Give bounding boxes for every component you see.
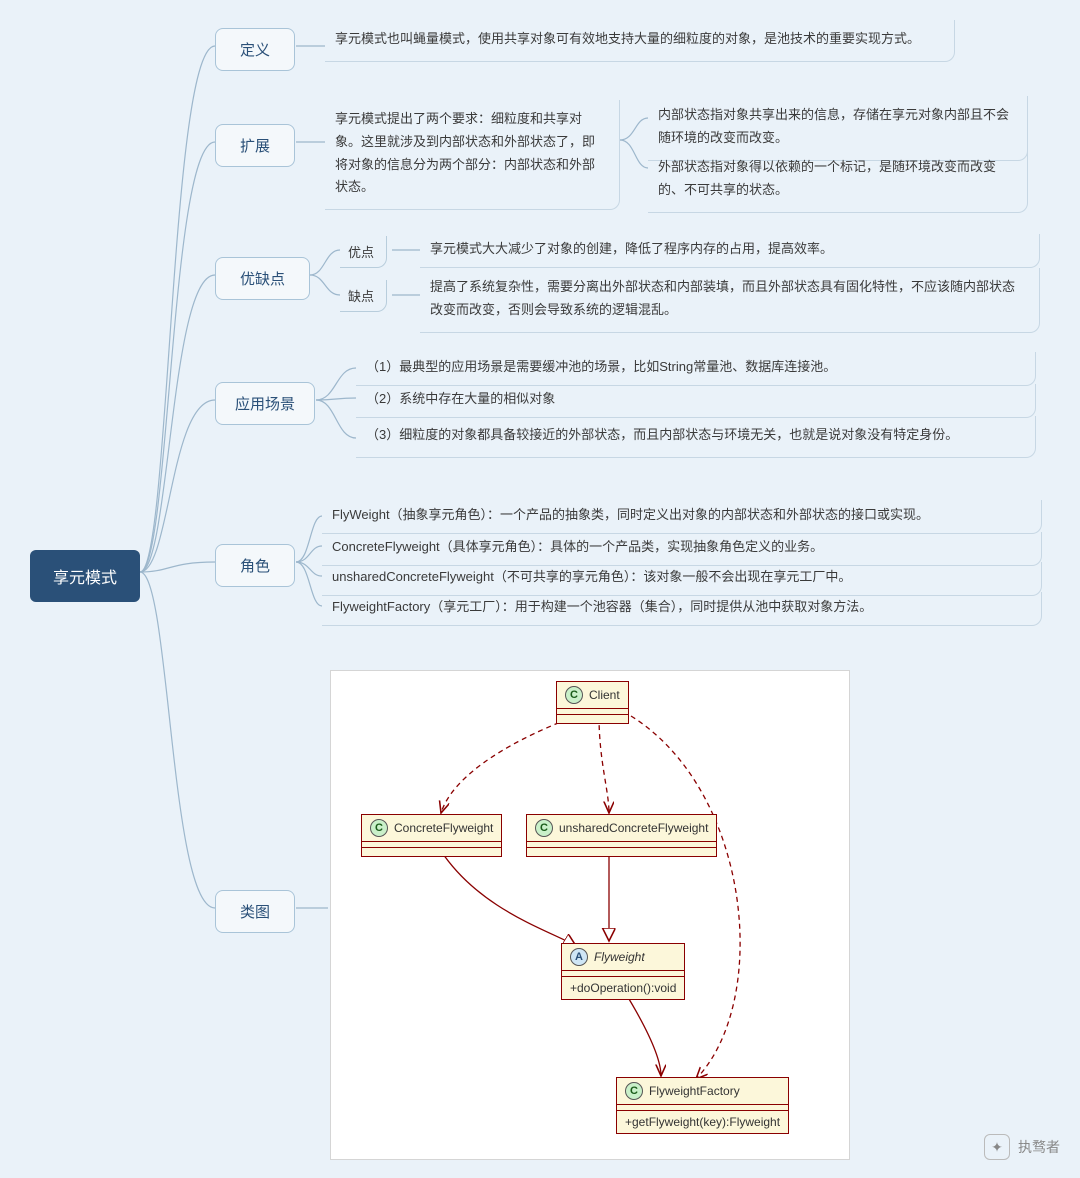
- label-pro: 优点: [340, 236, 387, 268]
- leaf-text: 提高了系统复杂性，需要分离出外部状态和内部装填，而且外部状态具有固化特性，不应该…: [430, 279, 1015, 317]
- leaf-text: （3）细粒度的对象都具备较接近的外部状态，而且内部状态与环境无关，也就是说对象没…: [366, 427, 958, 442]
- leaf-text: 享元模式也叫蝇量模式，使用共享对象可有效地支持大量的细粒度的对象，是池技术的重要…: [335, 31, 920, 46]
- leaf-text: FlyweightFactory（享元工厂）：用于构建一个池容器（集合），同时提…: [332, 599, 872, 614]
- leaf-scenario-0: （1）最典型的应用场景是需要缓冲池的场景，比如String常量池、数据库连接池。: [356, 352, 1036, 386]
- branch-definition: 定义: [215, 28, 295, 71]
- leaf-text: （1）最典型的应用场景是需要缓冲池的场景，比如String常量池、数据库连接池。: [366, 359, 836, 374]
- class-icon: C: [370, 819, 388, 837]
- uml-name: Client: [589, 688, 620, 702]
- uml-name: unsharedConcreteFlyweight: [559, 821, 708, 835]
- root-node: 享元模式: [30, 550, 140, 602]
- watermark-text: 执骛者: [1018, 1137, 1060, 1157]
- uml-factory: C FlyweightFactory +getFlyweight(key):Fly…: [616, 1077, 789, 1134]
- leaf-extension-outer: 外部状态指对象得以依赖的一个标记，是随环境改变而改变的、不可共享的状态。: [648, 148, 1028, 213]
- wechat-icon: ✦: [984, 1134, 1010, 1160]
- branch-roles: 角色: [215, 544, 295, 587]
- uml-name: FlyweightFactory: [649, 1084, 740, 1098]
- watermark: ✦ 执骛者: [984, 1134, 1060, 1160]
- leaf-scenario-1: （2）系统中存在大量的相似对象: [356, 384, 1036, 418]
- root-label: 享元模式: [53, 570, 117, 587]
- leaf-role-2: unsharedConcreteFlyweight（不可共享的享元角色）：该对象…: [322, 562, 1042, 596]
- leaf-extension: 享元模式提出了两个要求：细粒度和共享对象。这里就涉及到内部状态和外部状态了，即将…: [325, 100, 620, 210]
- uml-method: +getFlyweight(key):Flyweight: [625, 1115, 780, 1129]
- leaf-text: 享元模式提出了两个要求：细粒度和共享对象。这里就涉及到内部状态和外部状态了，即将…: [335, 111, 595, 194]
- branch-label: 扩展: [240, 138, 270, 155]
- label-con: 缺点: [340, 280, 387, 312]
- leaf-text: 享元模式大大减少了对象的创建，降低了程序内存的占用，提高效率。: [430, 241, 833, 256]
- leaf-text: unsharedConcreteFlyweight（不可共享的享元角色）：该对象…: [332, 569, 851, 584]
- leaf-con: 提高了系统复杂性，需要分离出外部状态和内部装填，而且外部状态具有固化特性，不应该…: [420, 268, 1040, 333]
- uml-name: Flyweight: [594, 950, 645, 964]
- leaf-scenario-2: （3）细粒度的对象都具备较接近的外部状态，而且内部状态与环境无关，也就是说对象没…: [356, 416, 1036, 458]
- label-text: 缺点: [348, 289, 374, 304]
- branch-label: 定义: [240, 42, 270, 59]
- label-text: 优点: [348, 245, 374, 260]
- branch-scenario: 应用场景: [215, 382, 315, 425]
- leaf-text: 内部状态指对象共享出来的信息，存储在享元对象内部且不会随环境的改变而改变。: [658, 107, 1009, 145]
- branch-diagram: 类图: [215, 890, 295, 933]
- uml-diagram: C Client C ConcreteFlyweight CunsharedConc…: [330, 670, 850, 1160]
- leaf-text: FlyWeight（抽象享元角色）：一个产品的抽象类，同时定义出对象的内部状态和…: [332, 507, 929, 522]
- branch-label: 应用场景: [235, 396, 295, 413]
- uml-flyweight: A Flyweight +doOperation():void: [561, 943, 685, 1000]
- class-icon: C: [535, 819, 553, 837]
- leaf-role-1: ConcreteFlyweight（具体享元角色）：具体的一个产品类，实现抽象角…: [322, 532, 1042, 566]
- leaf-definition: 享元模式也叫蝇量模式，使用共享对象可有效地支持大量的细粒度的对象，是池技术的重要…: [325, 20, 955, 62]
- branch-extension: 扩展: [215, 124, 295, 167]
- leaf-text: （2）系统中存在大量的相似对象: [366, 391, 555, 406]
- leaf-text: ConcreteFlyweight（具体享元角色）：具体的一个产品类，实现抽象角…: [332, 539, 823, 554]
- leaf-role-3: FlyweightFactory（享元工厂）：用于构建一个池容器（集合），同时提…: [322, 592, 1042, 626]
- branch-proscons: 优缺点: [215, 257, 310, 300]
- class-icon: C: [565, 686, 583, 704]
- uml-client: C Client: [556, 681, 629, 724]
- branch-label: 类图: [240, 904, 270, 921]
- branch-label: 优缺点: [240, 271, 285, 288]
- branch-label: 角色: [240, 558, 270, 575]
- leaf-pro: 享元模式大大减少了对象的创建，降低了程序内存的占用，提高效率。: [420, 234, 1040, 268]
- uml-concrete: C ConcreteFlyweight: [361, 814, 502, 857]
- leaf-text: 外部状态指对象得以依赖的一个标记，是随环境改变而改变的、不可共享的状态。: [658, 159, 996, 197]
- leaf-role-0: FlyWeight（抽象享元角色）：一个产品的抽象类，同时定义出对象的内部状态和…: [322, 500, 1042, 534]
- class-icon: C: [625, 1082, 643, 1100]
- abstract-icon: A: [570, 948, 588, 966]
- uml-unshared: CunsharedConcreteFlyweight: [526, 814, 717, 857]
- uml-method: +doOperation():void: [570, 981, 676, 995]
- uml-name: ConcreteFlyweight: [394, 821, 493, 835]
